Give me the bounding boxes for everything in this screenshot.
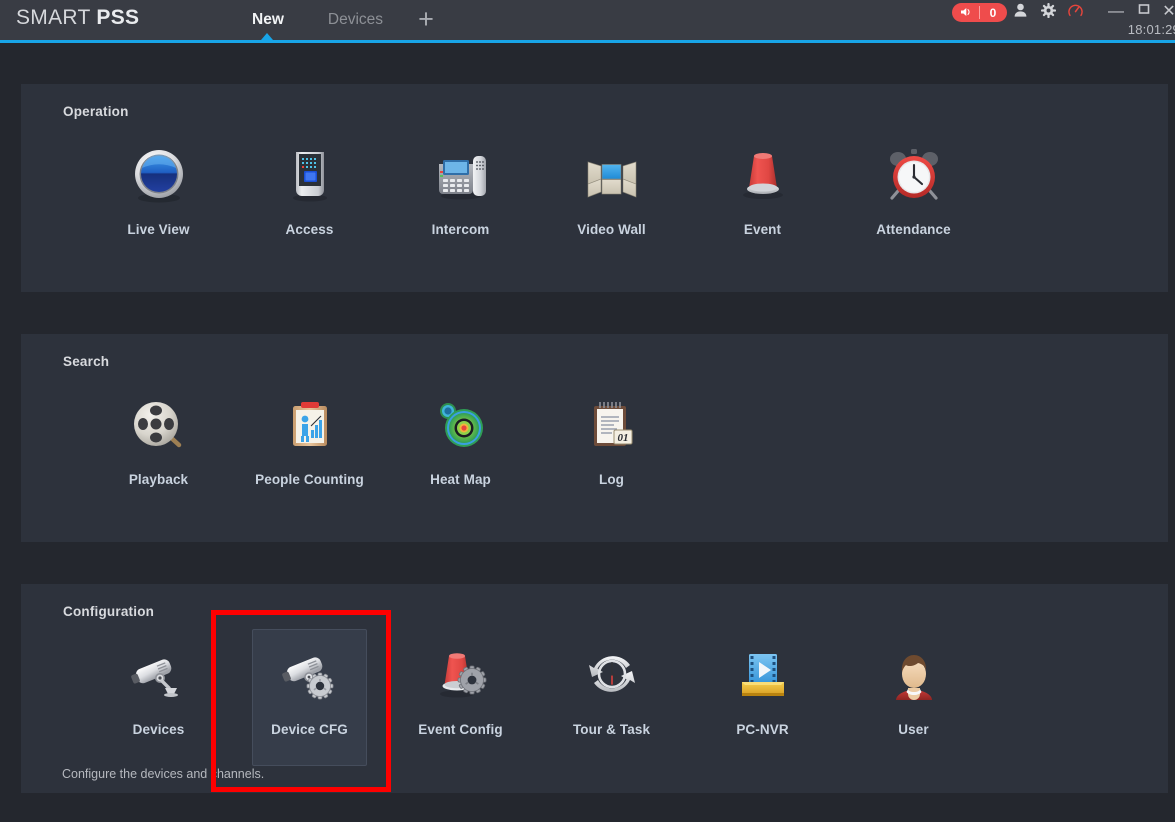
- tile-pc-nvr[interactable]: PC-NVR: [687, 634, 838, 769]
- access-icon: [234, 146, 385, 208]
- tile-people-counting[interactable]: People Counting: [234, 384, 385, 519]
- intercom-icon: [385, 146, 536, 208]
- tile-label: Playback: [128, 472, 189, 487]
- clock: 18:01:29: [1127, 22, 1175, 37]
- tile-intercom[interactable]: Intercom: [385, 134, 536, 269]
- active-tab-indicator: [261, 33, 273, 40]
- tile-user[interactable]: User: [838, 634, 989, 769]
- search-grid: Playback People Counting Heat Map 01 Log: [83, 384, 687, 514]
- tile-label: Attendance: [876, 222, 951, 237]
- brand-smart: SMART: [16, 6, 97, 29]
- tile-heat-map[interactable]: Heat Map: [385, 384, 536, 519]
- live-view-icon: [83, 146, 234, 208]
- video-wall-icon: [536, 146, 687, 208]
- tile-label: Intercom: [431, 222, 490, 237]
- minimize-button[interactable]: —: [1103, 2, 1129, 22]
- status-text: Configure the devices and channels.: [62, 767, 265, 781]
- brand-pss: PSS: [96, 6, 140, 29]
- tile-playback[interactable]: Playback: [83, 384, 234, 519]
- section-title-operation: Operation: [63, 104, 129, 119]
- app-logo: SMART PSS: [16, 6, 139, 30]
- tile-event-config[interactable]: Event Config: [385, 634, 536, 769]
- tile-label: Event: [743, 222, 782, 237]
- alarm-badge[interactable]: 0: [952, 3, 1007, 22]
- tile-label: Access: [285, 222, 334, 237]
- devices-icon: [83, 646, 234, 708]
- tile-device-cfg[interactable]: Device CFG: [234, 629, 385, 769]
- svg-text:01: 01: [617, 432, 628, 444]
- speed-icon[interactable]: [1065, 3, 1085, 23]
- tile-label: People Counting: [255, 472, 364, 487]
- tile-label: Log: [598, 472, 625, 487]
- people-counting-icon: [234, 396, 385, 458]
- tile-attendance[interactable]: Attendance: [838, 134, 989, 269]
- tile-label: Device CFG: [271, 722, 348, 737]
- maximize-button[interactable]: [1131, 2, 1157, 22]
- speaker-icon: [952, 6, 979, 20]
- title-bar: SMART PSS New Devices + 0 — ✕ 18:01:29: [0, 0, 1175, 43]
- heat-map-icon: [385, 396, 536, 458]
- add-tab-button[interactable]: +: [405, 0, 447, 42]
- tile-label: Event Config: [418, 722, 503, 737]
- section-search: Search Playback People Counting Heat Map…: [21, 334, 1168, 542]
- event-config-icon: [385, 646, 536, 708]
- tile-access[interactable]: Access: [234, 134, 385, 269]
- tile-label: Video Wall: [577, 222, 646, 237]
- tile-log[interactable]: 01 Log: [536, 384, 687, 519]
- badge-divider: [979, 6, 980, 19]
- tile-devices[interactable]: Devices: [83, 634, 234, 769]
- tile-video-wall[interactable]: Video Wall: [536, 134, 687, 269]
- tab-devices[interactable]: Devices: [306, 0, 405, 42]
- tile-label: Tour & Task: [572, 722, 651, 737]
- pc-nvr-icon: [687, 646, 838, 708]
- user-icon[interactable]: [1010, 3, 1030, 23]
- device-cfg-icon: [234, 646, 385, 708]
- tile-tour-task[interactable]: Tour & Task: [536, 634, 687, 769]
- playback-icon: [83, 396, 234, 458]
- section-title-configuration: Configuration: [63, 604, 155, 619]
- close-button[interactable]: ✕: [1156, 2, 1175, 22]
- tile-label: User: [898, 722, 929, 737]
- tour-task-icon: [536, 646, 687, 708]
- tile-live-view[interactable]: Live View: [83, 134, 234, 269]
- section-title-search: Search: [63, 354, 110, 369]
- gear-icon[interactable]: [1038, 3, 1058, 23]
- app-window: SMART PSS New Devices + 0 — ✕ 18:01:29 O…: [0, 0, 1175, 822]
- log-icon: 01: [536, 396, 687, 458]
- event-icon: [687, 146, 838, 208]
- alarm-count: 0: [989, 5, 997, 20]
- tile-label: Heat Map: [430, 472, 491, 487]
- section-configuration: Configuration Devices Device CFG Event C…: [21, 584, 1168, 793]
- tile-label: PC-NVR: [736, 722, 789, 737]
- tile-label: Live View: [127, 222, 190, 237]
- section-operation: Operation Live View Access Intercom Vide…: [21, 84, 1168, 292]
- configuration-grid: Devices Device CFG Event Config Tour & T…: [83, 629, 989, 766]
- operation-grid: Live View Access Intercom Video Wall Eve…: [83, 134, 989, 264]
- header-underline: [0, 40, 1175, 43]
- tile-label: Devices: [132, 722, 185, 737]
- user-avatar-icon: [838, 646, 989, 708]
- tile-event[interactable]: Event: [687, 134, 838, 269]
- attendance-icon: [838, 146, 989, 208]
